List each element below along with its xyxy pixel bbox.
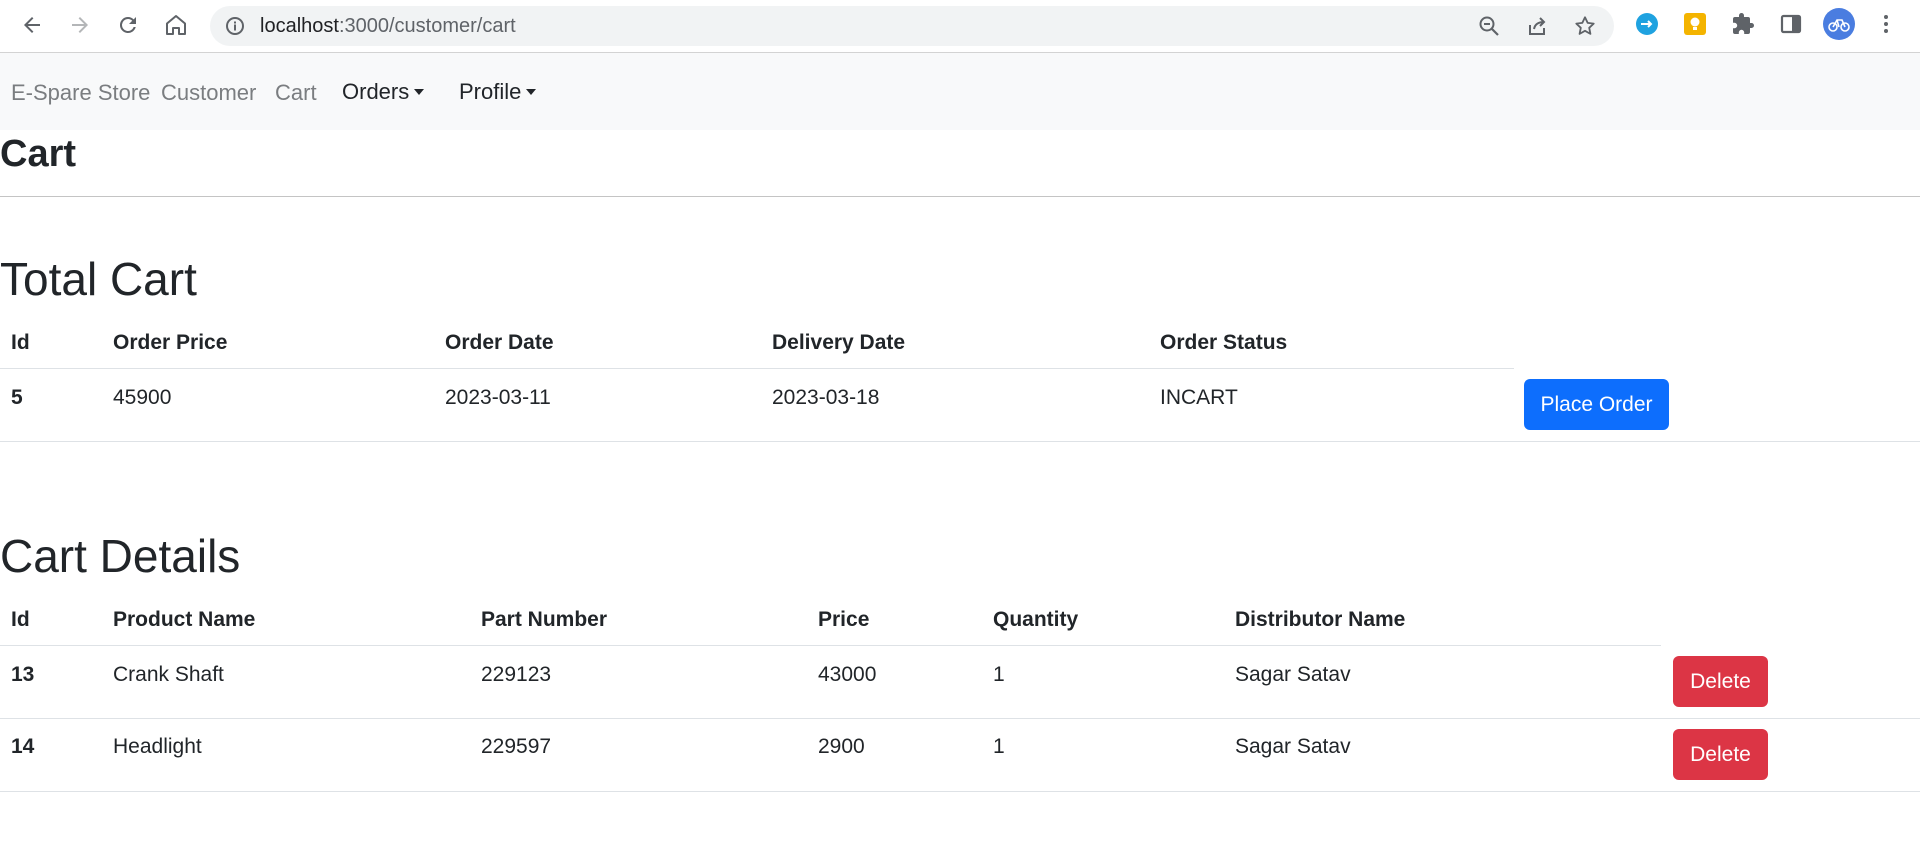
- caret-down-icon: [526, 89, 537, 95]
- column-header-id: Id: [11, 331, 30, 354]
- column-header-delivery-date: Delivery Date: [772, 331, 906, 354]
- bookmark-star-icon[interactable]: [1574, 15, 1596, 37]
- cell-quantity: 1: [993, 663, 1005, 686]
- nav-link-customer[interactable]: Customer: [161, 53, 256, 133]
- column-header-distributor-name: Distributor Name: [1235, 608, 1406, 631]
- table-row-rule: [0, 441, 1920, 442]
- divider: [0, 196, 1920, 197]
- url-path: :3000/customer/cart: [338, 15, 516, 37]
- menu-kebab-icon[interactable]: [1873, 11, 1899, 37]
- table-header-rule: [0, 645, 1661, 646]
- place-order-button[interactable]: Place Order: [1524, 379, 1669, 430]
- extension-yellow-icon[interactable]: [1682, 11, 1708, 37]
- cell-id: 5: [11, 386, 23, 409]
- cell-id: 14: [11, 735, 35, 758]
- address-bar[interactable]: localhost:3000/customer/cart: [210, 6, 1614, 46]
- caret-down-icon: [414, 89, 425, 95]
- cell-product-name: Crank Shaft: [113, 663, 224, 686]
- reload-icon[interactable]: [111, 8, 145, 42]
- side-panel-icon[interactable]: [1778, 11, 1804, 37]
- nav-dropdown-profile[interactable]: Profile: [459, 53, 537, 130]
- column-header-product-name: Product Name: [113, 608, 256, 631]
- total-cart-heading: Total Cart: [0, 253, 197, 305]
- column-header-order-price: Order Price: [113, 331, 228, 354]
- nav-dropdown-orders-label: Orders: [342, 79, 410, 104]
- forward-icon[interactable]: [63, 8, 97, 42]
- nav-dropdown-profile-label: Profile: [459, 79, 522, 104]
- column-header-order-date: Order Date: [445, 331, 554, 354]
- cell-id: 13: [11, 663, 35, 686]
- column-header-id: Id: [11, 608, 30, 631]
- cell-order-date: 2023-03-11: [445, 386, 551, 409]
- cell-quantity: 1: [993, 735, 1005, 758]
- column-header-order-status: Order Status: [1160, 331, 1288, 354]
- extension-blue-icon[interactable]: [1634, 11, 1660, 37]
- url-text: localhost:3000/customer/cart: [260, 6, 516, 46]
- cell-part-number: 229123: [481, 663, 552, 686]
- cart-details-heading: Cart Details: [0, 530, 241, 582]
- cell-order-price: 45900: [113, 386, 172, 409]
- table-row-rule: [0, 718, 1920, 719]
- cell-order-status: INCART: [1160, 386, 1238, 409]
- column-header-part-number: Part Number: [481, 608, 608, 631]
- delete-button[interactable]: Delete: [1673, 656, 1768, 707]
- cell-distributor-name: Sagar Satav: [1235, 663, 1351, 686]
- cell-part-number: 229597: [481, 735, 552, 758]
- url-host: localhost: [260, 15, 339, 37]
- navbar: E-Spare Store Customer Cart Orders Profi…: [0, 53, 1920, 130]
- puzzle-icon[interactable]: [1730, 11, 1756, 37]
- zoom-icon[interactable]: [1478, 15, 1500, 37]
- delete-button[interactable]: Delete: [1673, 729, 1768, 780]
- nav-link-cart[interactable]: Cart: [275, 53, 317, 133]
- nav-dropdown-orders[interactable]: Orders: [342, 53, 425, 130]
- navbar-brand[interactable]: E-Spare Store: [11, 53, 150, 133]
- table-row-rule: [0, 791, 1920, 792]
- profile-avatar-icon[interactable]: [1823, 8, 1855, 40]
- info-icon[interactable]: [225, 16, 245, 36]
- table-header-rule: [0, 368, 1514, 369]
- home-icon[interactable]: [159, 8, 193, 42]
- browser-toolbar: localhost:3000/customer/cart: [0, 0, 1920, 53]
- page-title: Cart: [0, 133, 77, 175]
- column-header-quantity: Quantity: [993, 608, 1079, 631]
- cell-product-name: Headlight: [113, 735, 202, 758]
- cell-price: 2900: [818, 735, 865, 758]
- cell-distributor-name: Sagar Satav: [1235, 735, 1351, 758]
- cell-delivery-date: 2023-03-18: [772, 386, 880, 409]
- column-header-price: Price: [818, 608, 870, 631]
- back-icon[interactable]: [15, 8, 49, 42]
- share-icon[interactable]: [1526, 15, 1548, 37]
- cell-price: 43000: [818, 663, 877, 686]
